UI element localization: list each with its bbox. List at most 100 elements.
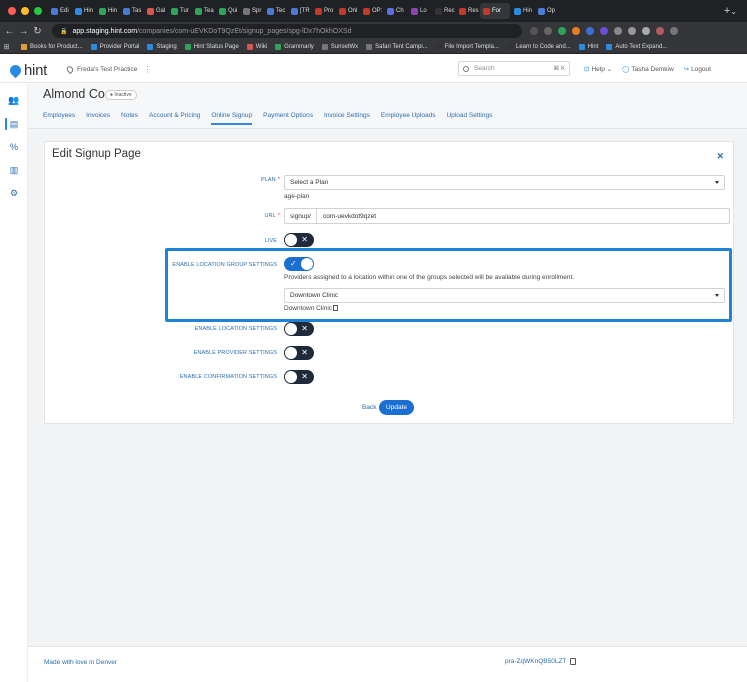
browser-tab[interactable]: Lo xyxy=(408,3,431,19)
tab-invoices[interactable]: Invoices xyxy=(86,112,110,125)
close-icon[interactable]: ✕ xyxy=(716,151,724,162)
browser-tab[interactable]: OP: xyxy=(360,3,383,19)
bookmark-item[interactable]: Wiki xyxy=(246,43,267,50)
tab-search-chevron-icon[interactable]: ⌄ xyxy=(730,7,737,16)
browser-tab[interactable]: Tas xyxy=(120,3,143,19)
address-bar[interactable]: 🔒 app.staging.hint.com/companies/com-uEV… xyxy=(52,24,522,38)
company-header: Almond Co ● Inactive Employees Invoices No… xyxy=(28,84,747,129)
browser-tab[interactable]: Qui xyxy=(216,3,239,19)
confirmation-settings-toggle[interactable]: ✕ xyxy=(284,370,314,384)
tab-upload-settings[interactable]: Upload Settings xyxy=(446,112,492,125)
browser-tab[interactable]: Hin xyxy=(96,3,119,19)
browser-tab[interactable]: For xyxy=(480,3,510,19)
help-menu[interactable]: ⊡ Help ⌄ xyxy=(584,65,612,73)
live-toggle[interactable]: ✕ xyxy=(284,233,314,247)
bookmark-item[interactable]: Hint Status Page xyxy=(184,43,239,50)
logout-link[interactable]: ↪ Logout xyxy=(684,65,711,73)
extension-icon[interactable] xyxy=(586,27,594,35)
bookmark-item[interactable]: SunsetWx xyxy=(321,43,358,50)
close-window-button[interactable] xyxy=(8,7,16,15)
bookmark-label: Learn to Code and... xyxy=(515,43,571,50)
bookmark-favicon-icon xyxy=(184,43,191,50)
tab-favicon-icon xyxy=(363,7,370,15)
toggle-knob xyxy=(285,347,297,359)
extension-icon[interactable] xyxy=(600,27,608,35)
browser-tab[interactable]: Hin xyxy=(72,3,95,19)
extension-icon[interactable] xyxy=(572,27,580,35)
browser-tab[interactable]: Ch xyxy=(384,3,407,19)
bookmark-item[interactable]: Learn to Code and... xyxy=(506,43,571,50)
companies-icon[interactable]: ▤ xyxy=(5,118,21,130)
browser-tab[interactable]: Pro xyxy=(312,3,335,19)
tab-label: Qui xyxy=(228,8,238,14)
menu-kebab-icon[interactable] xyxy=(670,27,678,35)
search-input[interactable]: Search ⌘ K xyxy=(458,61,570,76)
browser-tab[interactable]: Tea xyxy=(192,3,215,19)
browser-tab[interactable]: Op xyxy=(535,3,558,19)
percent-icon[interactable]: % xyxy=(8,141,20,153)
share-icon[interactable] xyxy=(530,27,538,35)
location-settings-toggle[interactable]: ✕ xyxy=(284,322,314,336)
tab-favicon-icon xyxy=(99,7,106,15)
bookmark-item[interactable]: Books for Product... xyxy=(21,43,83,50)
tab-online-signup[interactable]: Online Signup xyxy=(211,112,253,125)
bookmark-item[interactable]: File Import Templa... xyxy=(435,43,499,50)
minimize-window-button[interactable] xyxy=(21,7,29,15)
back-link[interactable]: Back xyxy=(362,404,376,411)
user-menu[interactable]: ◯ Tasha Demkiw xyxy=(622,65,674,73)
grammarly-extension-icon[interactable] xyxy=(558,27,566,35)
practice-selector[interactable]: Freda's Test Practice ⋮ xyxy=(65,64,151,75)
back-arrow-icon[interactable]: ← xyxy=(3,26,16,37)
browser-tab[interactable]: Tur xyxy=(168,3,191,19)
browser-tab[interactable]: [TR xyxy=(288,3,311,19)
tab-favicon-icon xyxy=(387,7,394,15)
plan-select[interactable]: Select a Plan xyxy=(284,175,725,190)
star-icon[interactable] xyxy=(544,27,552,35)
maximize-window-button[interactable] xyxy=(34,7,42,15)
browser-tab[interactable]: Gal xyxy=(144,3,167,19)
forward-arrow-icon[interactable]: → xyxy=(17,26,30,37)
practice-id: pra-ZqWKnQB50LZT xyxy=(505,658,577,665)
tab-invoice-settings[interactable]: Invoice Settings xyxy=(324,112,370,125)
browser-tab[interactable]: Spr xyxy=(240,3,263,19)
sidebar-icon[interactable] xyxy=(642,27,650,35)
tab-label: Pro xyxy=(324,8,334,14)
tab-label: Tas xyxy=(132,8,142,14)
hint-logo[interactable]: hint xyxy=(7,62,47,79)
copy-icon[interactable] xyxy=(570,658,577,665)
tab-notes[interactable]: Notes xyxy=(121,112,138,125)
chevron-down-icon: ⌄ xyxy=(606,66,613,73)
browser-tab[interactable]: Res xyxy=(456,3,479,19)
tab-favicon-icon xyxy=(75,7,82,15)
grid-icon[interactable]: ⊞ xyxy=(0,43,13,51)
gear-icon[interactable]: ⚙ xyxy=(8,187,20,199)
browser-tab[interactable]: Edi xyxy=(48,3,71,19)
tab-employee-uploads[interactable]: Employee Uploads xyxy=(381,112,436,125)
tab-favicon-icon xyxy=(123,7,130,15)
browser-tab[interactable]: Rec xyxy=(432,3,455,19)
people-icon[interactable]: 👥 xyxy=(8,94,20,106)
reports-chart-icon[interactable]: ▥ xyxy=(8,164,20,176)
tab-employees[interactable]: Employees xyxy=(43,112,75,125)
bookmark-item[interactable]: Staging xyxy=(147,43,177,50)
tab-payment-options[interactable]: Payment Options xyxy=(263,112,313,125)
provider-settings-toggle[interactable]: ✕ xyxy=(284,346,314,360)
url-input[interactable]: com-uevkdot9qzet xyxy=(315,208,730,224)
reload-icon[interactable]: ↻ xyxy=(31,26,44,37)
toggle-knob xyxy=(285,234,297,246)
bookmark-item[interactable]: Auto Text Expand... xyxy=(606,43,667,50)
browser-tab[interactable]: Onl xyxy=(336,3,359,19)
browser-tab[interactable]: Tec xyxy=(264,3,287,19)
bookmark-item[interactable]: Provider Portal xyxy=(90,43,139,50)
bookmark-item[interactable]: Grammarly xyxy=(275,43,314,50)
browser-tab[interactable]: Hin xyxy=(511,3,534,19)
profile-avatar[interactable] xyxy=(656,27,664,35)
bookmark-item[interactable]: Safari Tent Campi... xyxy=(366,43,428,50)
kebab-icon[interactable]: ⋮ xyxy=(143,65,151,74)
update-button[interactable]: Update xyxy=(379,400,414,415)
tab-account-pricing[interactable]: Account & Pricing xyxy=(149,112,200,125)
bookmark-item[interactable]: Hint xyxy=(578,43,598,50)
left-rail: 👥 ▤ % ▥ ⚙ xyxy=(0,84,28,682)
extension-icon[interactable] xyxy=(614,27,622,35)
puzzle-icon[interactable] xyxy=(628,27,636,35)
